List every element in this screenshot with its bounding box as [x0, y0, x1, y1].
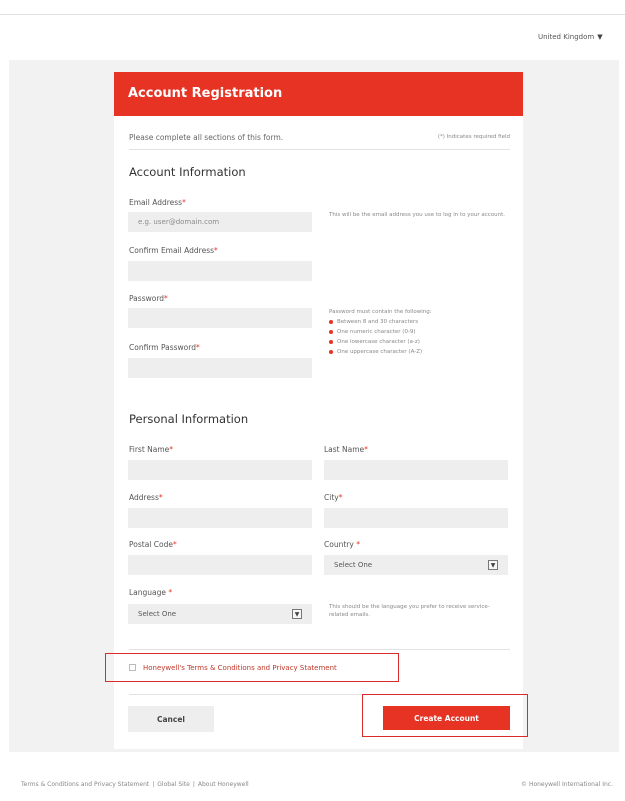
postal-code-label: Postal Code* — [129, 540, 177, 549]
first-name-field[interactable] — [128, 460, 312, 480]
terms-label[interactable]: Honeywell's Terms & Conditions and Priva… — [143, 664, 337, 672]
footer-separator: | — [192, 781, 195, 788]
password-label: Password* — [129, 294, 168, 303]
last-name-label: Last Name* — [324, 445, 368, 454]
terms-checkbox-row[interactable]: Honeywell's Terms & Conditions and Priva… — [105, 653, 399, 682]
red-bullet-icon — [329, 340, 333, 344]
confirm-password-label: Confirm Password* — [129, 343, 200, 352]
red-bullet-icon — [329, 350, 333, 354]
intro-divider — [129, 149, 510, 150]
cancel-button[interactable]: Cancel — [128, 706, 214, 732]
email-field[interactable] — [128, 212, 312, 232]
card-header: Account Registration — [114, 72, 523, 116]
country-label: Country * — [324, 540, 360, 549]
language-label: Language * — [129, 588, 173, 597]
email-label: Email Address* — [129, 198, 186, 207]
confirm-email-field[interactable] — [128, 261, 312, 281]
city-label: City* — [324, 493, 343, 502]
personal-section-title: Personal Information — [129, 412, 249, 426]
dropdown-arrow-icon: ▼ — [292, 609, 302, 619]
form-title: Account Registration — [128, 86, 283, 101]
footer-link-about[interactable]: About Honeywell — [198, 781, 249, 788]
password-rule: One uppercase character (A-Z) — [329, 347, 432, 357]
language-help: This should be the language you prefer t… — [329, 604, 490, 618]
chevron-down-icon: ▼ — [597, 33, 603, 41]
password-rules-title: Password must contain the following: — [329, 309, 432, 315]
footer-link-global-site[interactable]: Global Site — [157, 781, 190, 788]
address-field[interactable] — [128, 508, 312, 528]
password-rule: One numeric character (0-9) — [329, 327, 432, 337]
first-name-label: First Name* — [129, 445, 174, 454]
terms-checkbox[interactable] — [129, 664, 136, 671]
footer-link-terms[interactable]: Terms & Conditions and Privacy Statement — [21, 781, 149, 788]
city-field[interactable] — [324, 508, 508, 528]
email-help: This will be the email address you use t… — [329, 212, 506, 218]
confirm-password-field[interactable] — [128, 358, 312, 378]
required-field-note: (*) Indicates required field — [437, 134, 510, 140]
footer-links: Terms & Conditions and Privacy Statement… — [21, 781, 249, 788]
section-divider — [129, 649, 510, 650]
copyright: © Honeywell International Inc. — [521, 781, 613, 788]
top-bar: United Kingdom ▼ — [0, 0, 625, 60]
red-bullet-icon — [329, 320, 333, 324]
last-name-field[interactable] — [324, 460, 508, 480]
top-divider — [0, 14, 625, 15]
language-select-value: Select One — [138, 610, 177, 618]
dropdown-arrow-icon: ▼ — [488, 560, 498, 570]
country-select[interactable]: Select One ▼ — [324, 555, 508, 575]
address-label: Address* — [129, 493, 163, 502]
password-rule: Between 8 and 30 characters — [329, 317, 432, 327]
create-account-button[interactable]: Create Account — [383, 706, 510, 730]
region-label: United Kingdom — [538, 33, 595, 41]
form-intro: Please complete all sections of this for… — [129, 133, 284, 142]
password-field[interactable] — [128, 308, 312, 328]
account-section-title: Account Information — [129, 165, 246, 179]
footer-separator: | — [152, 781, 155, 788]
postal-code-field[interactable] — [128, 555, 312, 575]
language-select[interactable]: Select One ▼ — [128, 604, 312, 624]
confirm-email-label: Confirm Email Address* — [129, 246, 218, 255]
password-rules: Password must contain the following: Bet… — [329, 307, 432, 357]
red-bullet-icon — [329, 330, 333, 334]
password-rule: One lowercase character (a-z) — [329, 337, 432, 347]
registration-card: Account Registration Please complete all… — [114, 72, 523, 749]
country-select-value: Select One — [334, 561, 373, 569]
region-selector[interactable]: United Kingdom ▼ — [538, 33, 603, 41]
